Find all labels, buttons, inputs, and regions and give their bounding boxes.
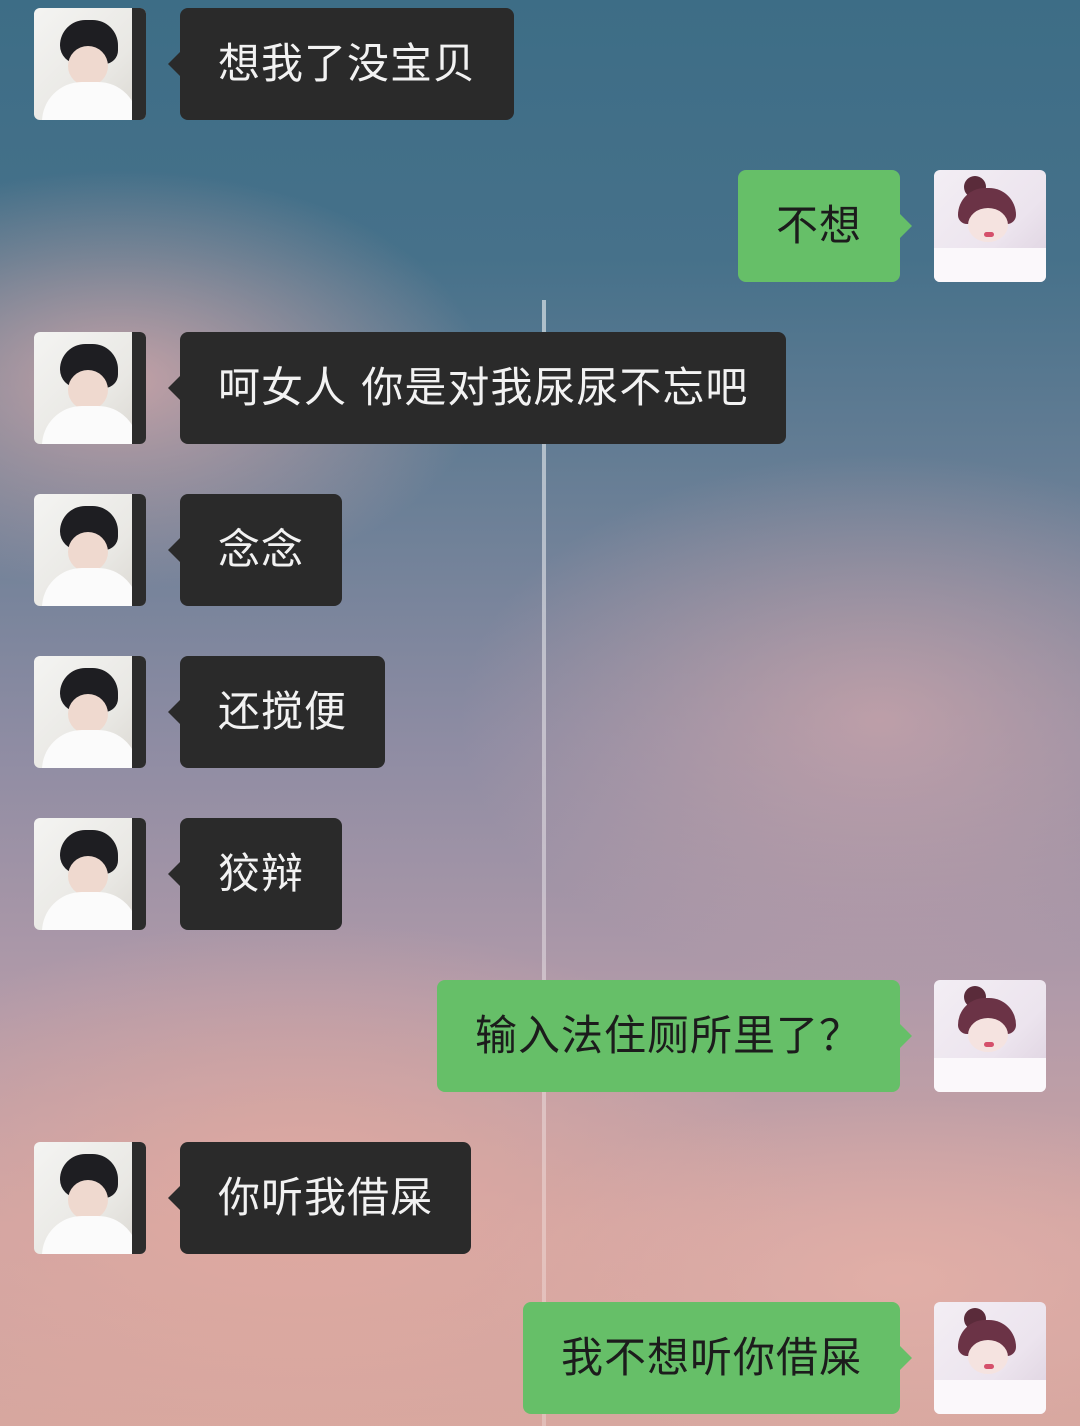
incoming-message-bubble[interactable]: 你听我借屎 (167, 1142, 472, 1254)
contact-avatar[interactable] (34, 656, 146, 768)
incoming-message-bubble[interactable]: 呵女人 你是对我尿尿不忘吧 (167, 332, 787, 444)
contact-avatar[interactable] (34, 1142, 146, 1254)
message-row: 我不想听你借屎 (522, 1302, 1046, 1414)
message-row: 想我了没宝贝 (34, 8, 515, 120)
message-row: 不想 (737, 170, 1046, 282)
message-row: 狡辩 (34, 818, 343, 930)
outgoing-message-bubble[interactable]: 不想 (737, 170, 913, 282)
incoming-message-bubble[interactable]: 还搅便 (167, 656, 386, 768)
incoming-message-bubble[interactable]: 想我了没宝贝 (167, 8, 515, 120)
outgoing-message-bubble[interactable]: 我不想听你借屎 (522, 1302, 913, 1414)
background-contrail (542, 300, 546, 1426)
message-row: 输入法住厕所里了？ (436, 980, 1046, 1092)
outgoing-message-bubble[interactable]: 输入法住厕所里了？ (436, 980, 913, 1092)
message-row: 你听我借屎 (34, 1142, 472, 1254)
contact-avatar[interactable] (34, 8, 146, 120)
self-avatar[interactable] (934, 1302, 1046, 1414)
contact-avatar[interactable] (34, 494, 146, 606)
incoming-message-bubble[interactable]: 狡辩 (167, 818, 343, 930)
message-row: 念念 (34, 494, 343, 606)
contact-avatar[interactable] (34, 818, 146, 930)
message-row: 还搅便 (34, 656, 386, 768)
incoming-message-bubble[interactable]: 念念 (167, 494, 343, 606)
contact-avatar[interactable] (34, 332, 146, 444)
self-avatar[interactable] (934, 980, 1046, 1092)
self-avatar[interactable] (934, 170, 1046, 282)
message-row: 呵女人 你是对我尿尿不忘吧 (34, 332, 787, 444)
